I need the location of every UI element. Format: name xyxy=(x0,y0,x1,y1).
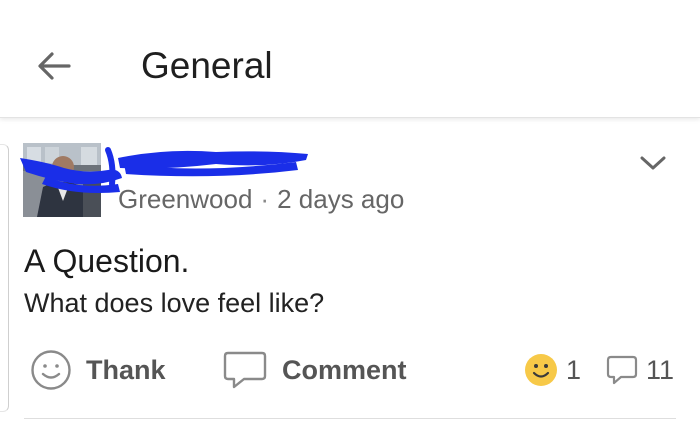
chevron-down-icon xyxy=(640,156,666,170)
comment-label: Comment xyxy=(282,354,407,385)
thanks-count-value: 1 xyxy=(566,354,582,385)
app-screen: General Greenwood · 2 days ago A Questio… xyxy=(0,0,700,438)
page-title: General xyxy=(141,45,273,86)
comments-count[interactable]: 11 xyxy=(606,348,674,392)
app-bar: General xyxy=(0,0,700,118)
smiley-filled-icon xyxy=(525,354,557,386)
meta-separator: · xyxy=(260,184,270,214)
speech-bubble-icon xyxy=(223,351,267,389)
thanks-count[interactable]: 1 xyxy=(524,348,581,392)
post-title: A Question. xyxy=(24,243,190,279)
thank-label: Thank xyxy=(86,354,166,385)
post-timestamp: 2 days ago xyxy=(277,184,405,214)
post-menu-button[interactable] xyxy=(636,148,670,178)
comments-count-value: 11 xyxy=(646,354,675,385)
post-meta: Greenwood · 2 days ago xyxy=(118,183,404,215)
arrow-left-icon xyxy=(38,52,71,80)
post-body: What does love feel like? xyxy=(24,288,325,318)
speech-bubble-small-icon xyxy=(606,355,638,385)
comment-button[interactable]: Comment xyxy=(222,344,407,396)
author-name[interactable]: Greenwood xyxy=(118,184,252,214)
back-button[interactable] xyxy=(30,42,78,90)
thank-button[interactable]: Thank xyxy=(30,344,166,396)
card-divider xyxy=(24,418,676,419)
smiley-outline-icon xyxy=(31,350,71,390)
